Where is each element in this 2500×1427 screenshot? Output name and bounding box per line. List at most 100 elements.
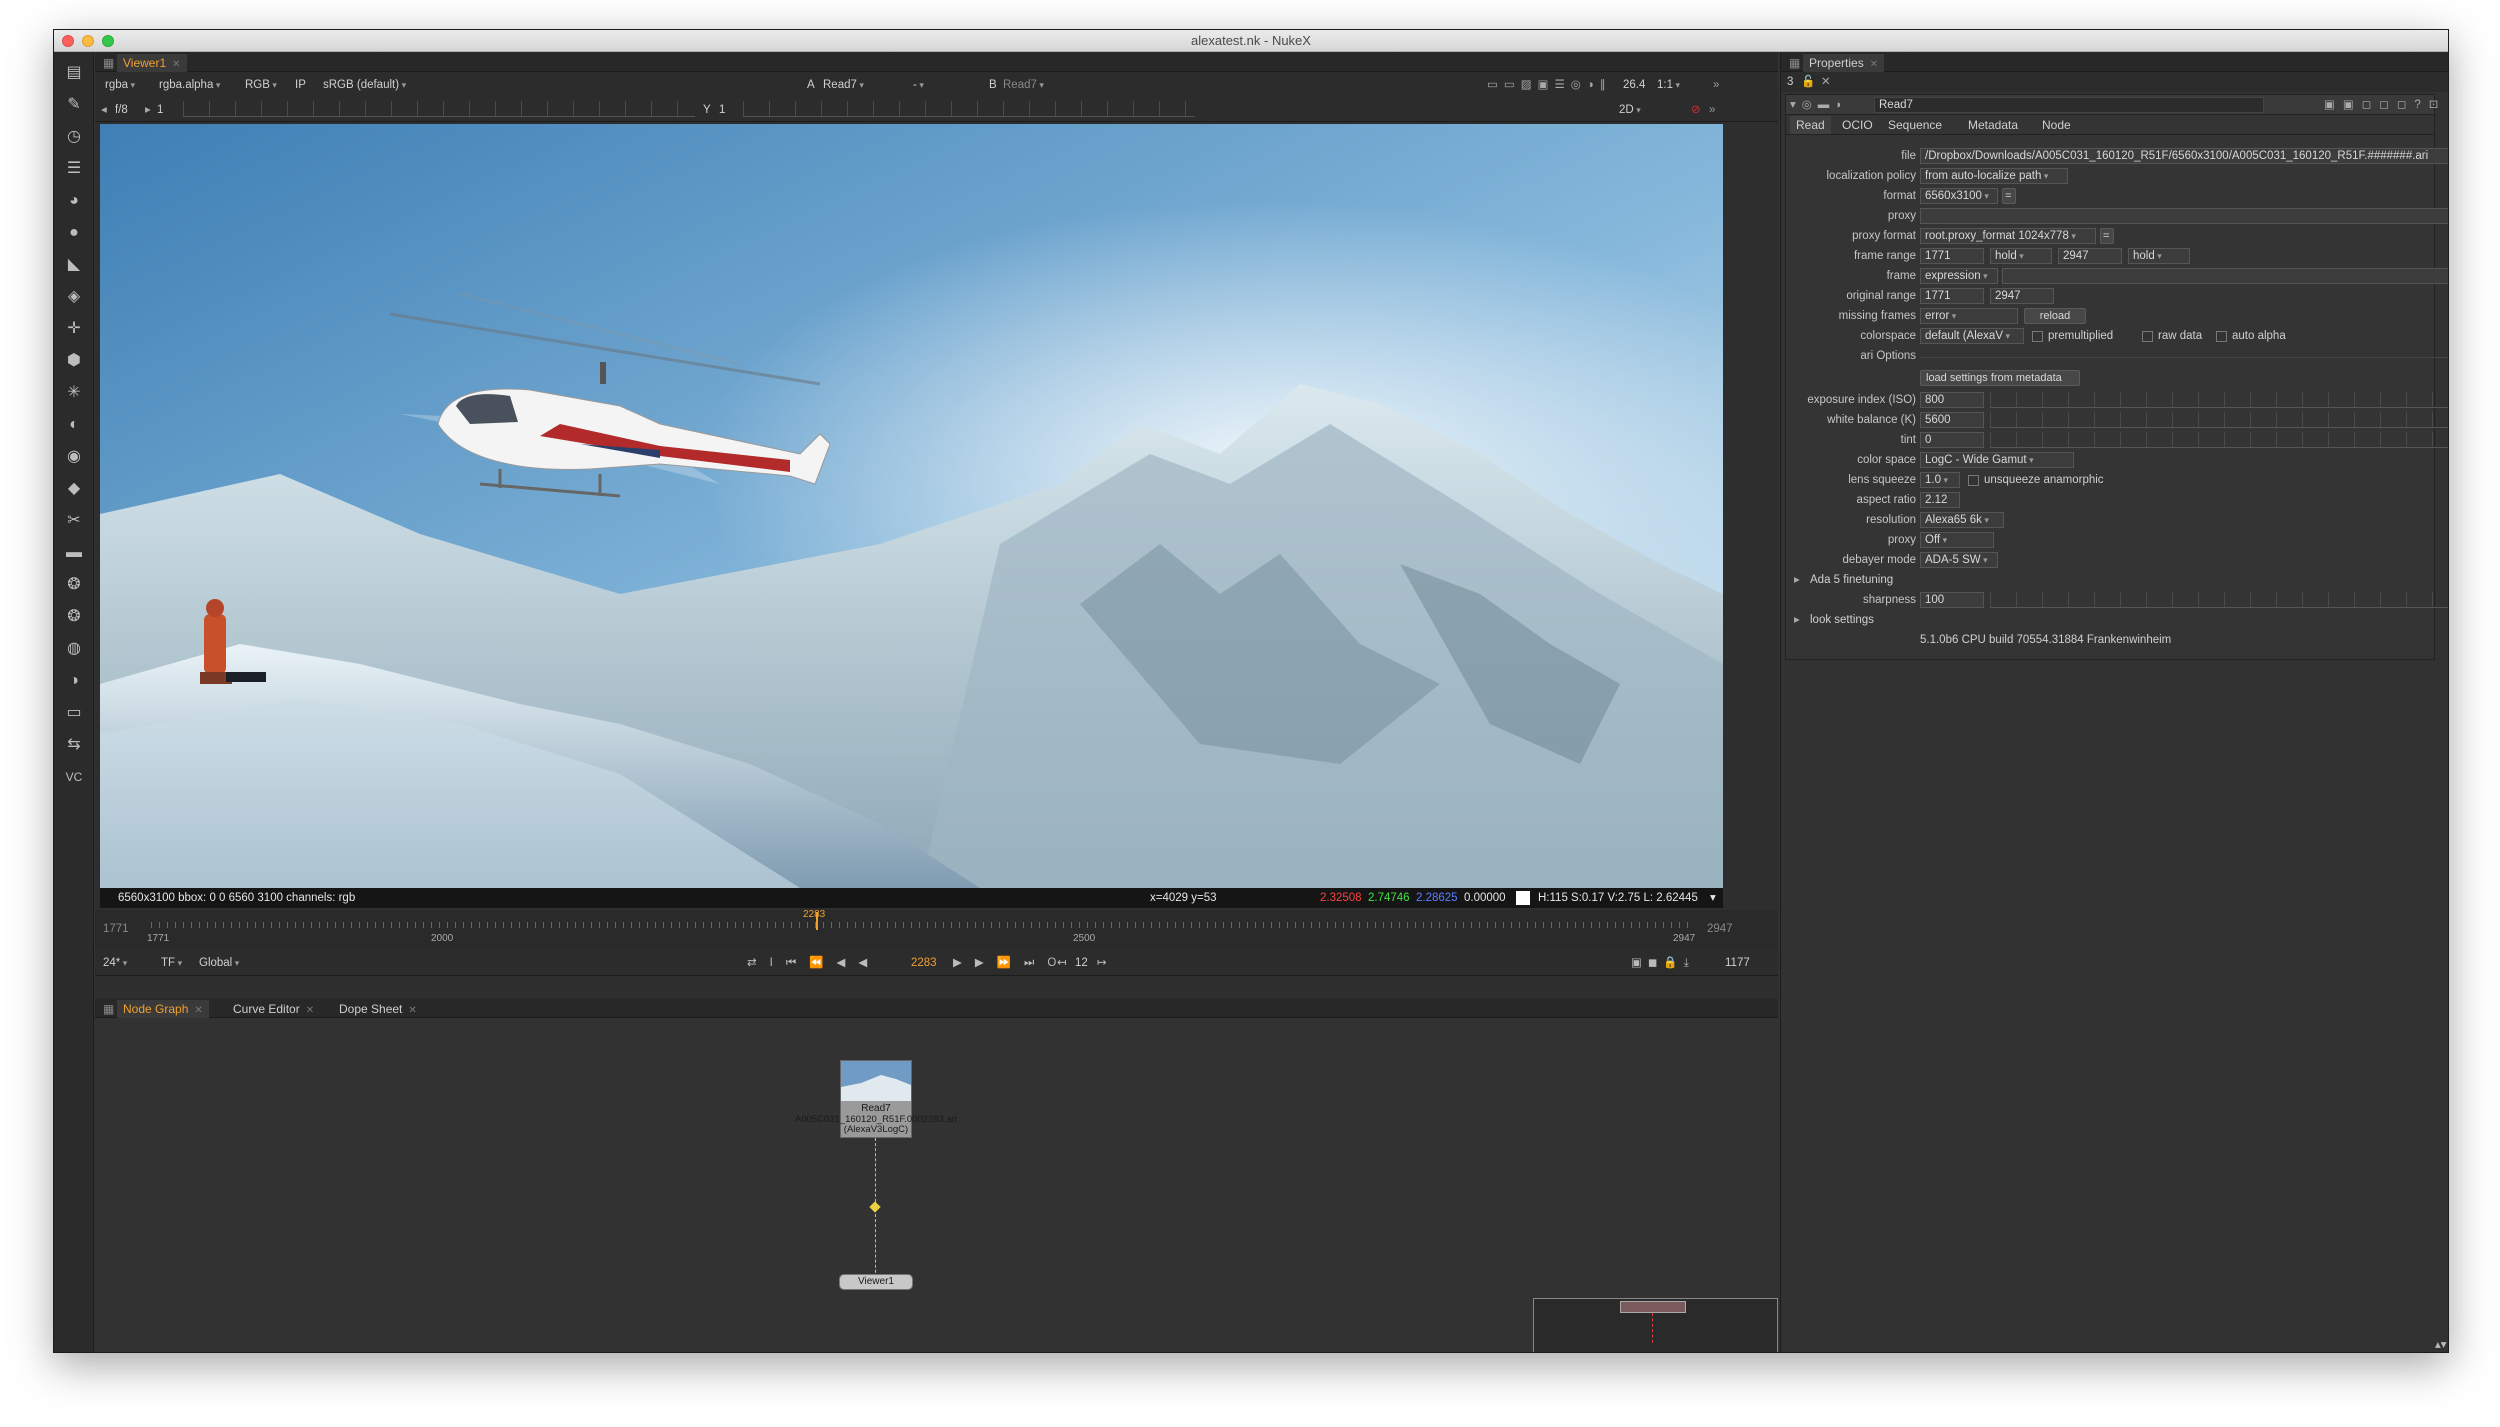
draw-icon[interactable]: ✎ bbox=[63, 94, 85, 116]
cara-icon[interactable]: ▭ bbox=[63, 702, 85, 724]
tab-node-graph[interactable]: Node Graph ✕ bbox=[117, 1000, 209, 1018]
node-graph-pane[interactable]: ▦ Node Graph ✕ Curve Editor ✕ Dope Sheet ✕ … bbox=[95, 998, 1778, 1352]
close-icon[interactable]: ✕ bbox=[1870, 59, 1878, 70]
look-settings-row[interactable]: ▸ look settings bbox=[1786, 611, 2434, 631]
plugin-icon[interactable]: ◑ bbox=[63, 670, 85, 692]
transform-icon[interactable]: ✛ bbox=[63, 318, 85, 340]
ratio-select[interactable]: 1:1 bbox=[1657, 76, 1680, 94]
deep-icon[interactable]: ◐ bbox=[63, 414, 85, 436]
exposure-field[interactable]: 800 bbox=[1920, 392, 1984, 408]
node-name-field[interactable]: Read7 bbox=[1874, 97, 2264, 113]
image-icon[interactable]: ▤ bbox=[63, 62, 85, 84]
reload-button[interactable]: reload bbox=[2024, 308, 2086, 324]
current-frame-field[interactable]: 2283 bbox=[911, 954, 937, 972]
keyer-icon[interactable]: ◣ bbox=[63, 254, 85, 276]
tab-metadata[interactable]: Metadata bbox=[1962, 116, 2024, 134]
display-channels-select[interactable]: RGB bbox=[245, 76, 277, 94]
format-select[interactable]: 6560x3100 bbox=[1920, 188, 1998, 204]
minimap-viewport[interactable] bbox=[1620, 1301, 1686, 1313]
frame-mode-select[interactable]: expression bbox=[1920, 268, 1998, 284]
gain-arrow-icon[interactable]: ◂ bbox=[101, 101, 107, 119]
premultiplied-checkbox[interactable] bbox=[2032, 331, 2043, 342]
tab-curve-editor[interactable]: Curve Editor ✕ bbox=[227, 1000, 320, 1018]
tab-viewer1[interactable]: Viewer1 ✕ bbox=[117, 54, 187, 72]
node-panel-icons[interactable]: ▾◎▬◗ bbox=[1790, 96, 1848, 114]
channels-select[interactable]: rgba bbox=[105, 76, 135, 94]
particles-icon[interactable]: ✳ bbox=[63, 382, 85, 404]
play-buttons[interactable]: ▶▶⏩⏭O bbox=[953, 954, 1069, 972]
tab-sequence[interactable]: Sequence bbox=[1882, 116, 1948, 134]
skip-back-icon[interactable]: ↤ bbox=[1057, 954, 1067, 972]
close-icon[interactable]: ✕ bbox=[306, 1005, 314, 1016]
views-icon[interactable]: ◉ bbox=[63, 446, 85, 468]
lens-squeeze-select[interactable]: 1.0 bbox=[1920, 472, 1960, 488]
other-icon[interactable]: ▬ bbox=[63, 542, 85, 564]
raw-data-checkbox[interactable] bbox=[2142, 331, 2153, 342]
node-graph-minimap[interactable] bbox=[1533, 1298, 1778, 1352]
compare-mode-select[interactable]: - bbox=[913, 76, 981, 94]
format-edit-button[interactable]: = bbox=[2002, 188, 2016, 204]
time-icon[interactable]: ◷ bbox=[63, 126, 85, 148]
proxy-field[interactable] bbox=[1920, 208, 2448, 224]
gamma-field[interactable]: 1 bbox=[719, 101, 725, 119]
tab-read[interactable]: Read bbox=[1790, 116, 1831, 134]
scroll-arrows-icon[interactable]: ▴▾ bbox=[2435, 1336, 2447, 1352]
tab-node[interactable]: Node bbox=[2036, 116, 2077, 134]
skip-forward-icon[interactable]: ↦ bbox=[1097, 954, 1107, 972]
gain-field[interactable]: 1 bbox=[157, 101, 163, 119]
tint-slider[interactable] bbox=[1990, 432, 2448, 448]
tf-select[interactable]: TF bbox=[161, 954, 182, 972]
alpha-channel-select[interactable]: rgba.alpha bbox=[159, 76, 220, 94]
ada-finetuning-row[interactable]: ▸ Ada 5 finetuning bbox=[1786, 571, 2434, 591]
zoom-value[interactable]: 26.4 bbox=[1623, 76, 1645, 94]
close-icon[interactable]: ✕ bbox=[172, 59, 180, 70]
gain-slider[interactable] bbox=[183, 101, 695, 117]
lock-icon[interactable]: 🔓 bbox=[1801, 73, 1815, 91]
range-end-field[interactable]: 2947 bbox=[2058, 248, 2122, 264]
range-lock-icons[interactable]: ▣◼🔒⤓ bbox=[1631, 954, 1695, 972]
range-end-mode-select[interactable]: hold bbox=[2128, 248, 2190, 264]
ocula-icon[interactable]: ❂ bbox=[63, 606, 85, 628]
proxy-format-select[interactable]: root.proxy_format 1024x778 bbox=[1920, 228, 2096, 244]
orig-start-field[interactable]: 1771 bbox=[1920, 288, 1984, 304]
tab-properties[interactable]: Properties ✕ bbox=[1803, 54, 1885, 72]
toolsets-icon[interactable]: ✂ bbox=[63, 510, 85, 532]
view-mode-select[interactable]: 2D bbox=[1619, 101, 1679, 119]
timeline-end[interactable]: 2947 bbox=[1707, 920, 1733, 938]
exposure-slider[interactable] bbox=[1990, 392, 2448, 408]
reformat-icon[interactable]: ⇆ bbox=[63, 734, 85, 756]
clear-panels-icon[interactable]: ✕ bbox=[1821, 73, 1831, 91]
auto-alpha-checkbox[interactable] bbox=[2216, 331, 2227, 342]
color-icon[interactable]: ◕ bbox=[63, 190, 85, 212]
sharpness-field[interactable]: 100 bbox=[1920, 592, 1984, 608]
3d-icon[interactable]: ⬢ bbox=[63, 350, 85, 372]
range-start-field[interactable]: 1771 bbox=[1920, 248, 1984, 264]
node-panel-controls[interactable]: ▣▣◻◻◻?⊡✕ bbox=[2324, 96, 2448, 114]
tab-dope-sheet[interactable]: Dope Sheet ✕ bbox=[333, 1000, 423, 1018]
tint-field[interactable]: 0 bbox=[1920, 432, 1984, 448]
frame-expression-field[interactable] bbox=[2002, 268, 2448, 284]
proxy-format-edit-button[interactable]: = bbox=[2100, 228, 2114, 244]
input-a-select[interactable]: Read7 bbox=[823, 76, 909, 94]
range-start-mode-select[interactable]: hold bbox=[1990, 248, 2052, 264]
localization-select[interactable]: from auto-localize path bbox=[1920, 168, 2068, 184]
close-icon[interactable]: ✕ bbox=[194, 1005, 202, 1016]
color-space-select[interactable]: LogC - Wide Gamut bbox=[1920, 452, 2074, 468]
unsqueeze-checkbox[interactable] bbox=[1968, 475, 1979, 486]
debayer-select[interactable]: ADA-5 SW bbox=[1920, 552, 1998, 568]
sharpness-slider[interactable] bbox=[1990, 592, 2448, 608]
furnace-icon[interactable]: ❂ bbox=[63, 574, 85, 596]
ip-button[interactable]: IP bbox=[295, 76, 306, 94]
transport-buttons[interactable]: ⇄I⏮⏪◀◀ bbox=[747, 954, 880, 972]
connection-dot[interactable] bbox=[869, 1201, 881, 1213]
expand-icon[interactable]: ▸ bbox=[1794, 571, 1800, 589]
merge-icon[interactable]: ◈ bbox=[63, 286, 85, 308]
close-icon[interactable]: ✕ bbox=[408, 1005, 416, 1016]
pause-icon[interactable]: ⊘ bbox=[1691, 101, 1701, 119]
white-balance-field[interactable]: 5600 bbox=[1920, 412, 1984, 428]
load-settings-button[interactable]: load settings from metadata bbox=[1920, 370, 2080, 386]
metadata-icon[interactable]: ◆ bbox=[63, 478, 85, 500]
proxy2-select[interactable]: Off bbox=[1920, 532, 1994, 548]
gamma-slider[interactable] bbox=[743, 101, 1195, 117]
gizmo-icon[interactable]: ◍ bbox=[63, 638, 85, 660]
